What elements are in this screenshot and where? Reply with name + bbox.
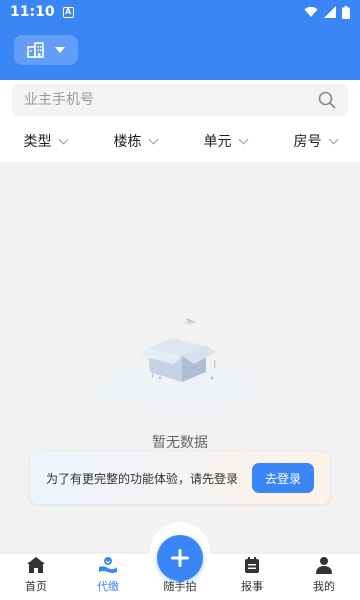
tab-home[interactable]: 首页 [0,554,72,600]
empty-box-illustration [96,318,264,410]
tab-payment[interactable]: 代缴 [72,554,144,600]
login-banner: 为了有更完整的功能体验，请先登录 去登录 [30,452,330,504]
filter-building[interactable]: 楼栋 [90,120,180,162]
status-bar: 11:10 A [0,0,360,24]
tab-label: 代缴 [97,580,119,593]
filter-label: 单元 [203,134,232,150]
empty-state-text: 暂无数据 [152,435,208,451]
search-input[interactable] [24,92,318,108]
home-icon [27,557,45,573]
login-prompt-text: 为了有更完整的功能体验，请先登录 [46,471,239,486]
search-bar [0,80,360,120]
payment-icon [99,557,117,573]
filter-bar: 类型 楼栋 单元 房号 [0,120,360,162]
user-icon [316,557,332,574]
tab-label: 首页 [25,580,47,593]
signal-icon [324,6,336,18]
filter-label: 房号 [293,134,322,150]
building-icon [27,42,44,58]
battery-icon [342,5,350,19]
snapshot-fab[interactable] [157,535,203,581]
community-selector[interactable] [14,35,78,65]
chevron-down-icon [148,134,158,144]
caret-down-icon [55,47,65,53]
tab-report[interactable]: 报事 [216,554,288,600]
header [0,24,360,80]
search-box[interactable] [12,84,348,116]
tab-label: 报事 [241,580,263,593]
filter-label: 类型 [23,134,52,150]
status-time: 11:10 [10,4,55,20]
chevron-down-icon [238,134,248,144]
wifi-icon [304,6,318,17]
plus-icon [171,549,189,567]
filter-unit[interactable]: 单元 [180,120,270,162]
search-icon[interactable] [318,91,336,109]
report-icon [245,557,259,573]
chevron-down-icon [58,134,68,144]
status-right [304,5,350,19]
tab-label: 我的 [313,580,335,593]
chevron-down-icon [328,134,338,144]
notification-icon: A [62,6,74,18]
filter-room[interactable]: 房号 [270,120,360,162]
tab-mine[interactable]: 我的 [288,554,360,600]
filter-label: 楼栋 [113,134,142,150]
login-button[interactable]: 去登录 [252,463,314,493]
filter-type[interactable]: 类型 [0,120,90,162]
